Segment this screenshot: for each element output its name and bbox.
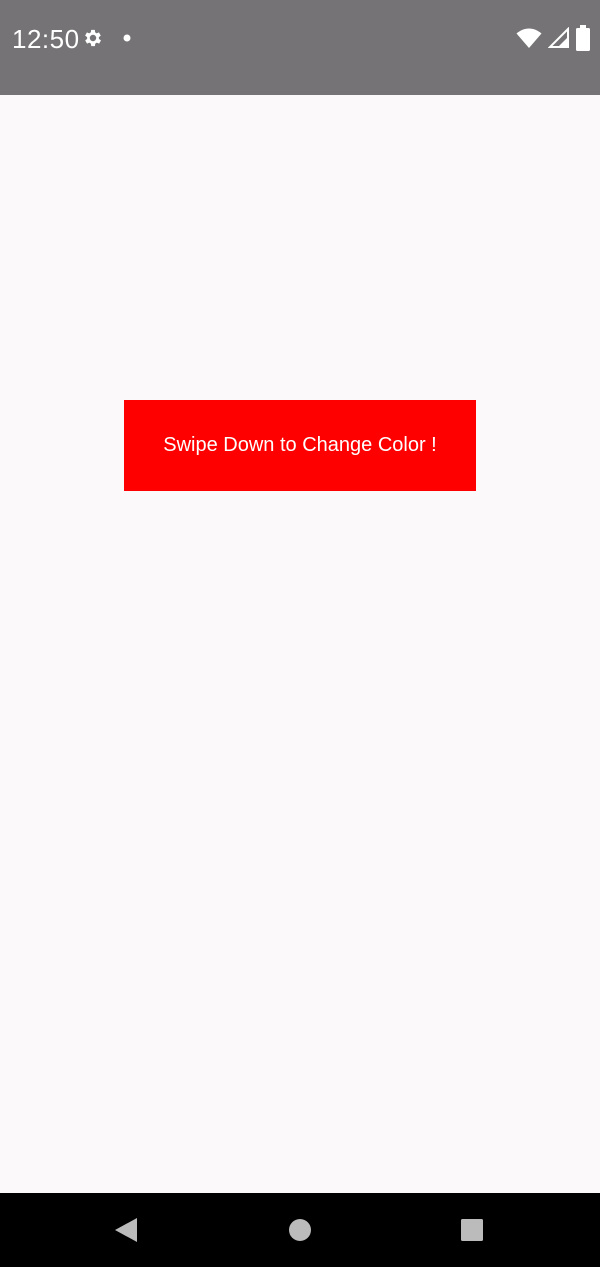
gear-icon	[82, 27, 104, 49]
home-button[interactable]	[282, 1212, 318, 1248]
main-content: Swipe Down to Change Color !	[0, 95, 600, 1193]
back-icon	[113, 1216, 139, 1244]
status-time: 12:50	[12, 24, 80, 54]
notification-dot-icon	[122, 33, 132, 43]
battery-icon	[576, 25, 590, 51]
wifi-icon	[516, 27, 542, 49]
status-left-icons	[82, 26, 132, 50]
back-button[interactable]	[108, 1212, 144, 1248]
status-bar: 12:50	[0, 0, 600, 95]
navigation-bar	[0, 1193, 600, 1267]
recents-icon	[461, 1219, 483, 1241]
home-icon	[288, 1218, 312, 1242]
cell-signal-icon	[548, 27, 570, 49]
swipe-color-button[interactable]: Swipe Down to Change Color !	[124, 400, 476, 491]
recents-button[interactable]	[454, 1212, 490, 1248]
status-right-icons	[516, 24, 590, 52]
